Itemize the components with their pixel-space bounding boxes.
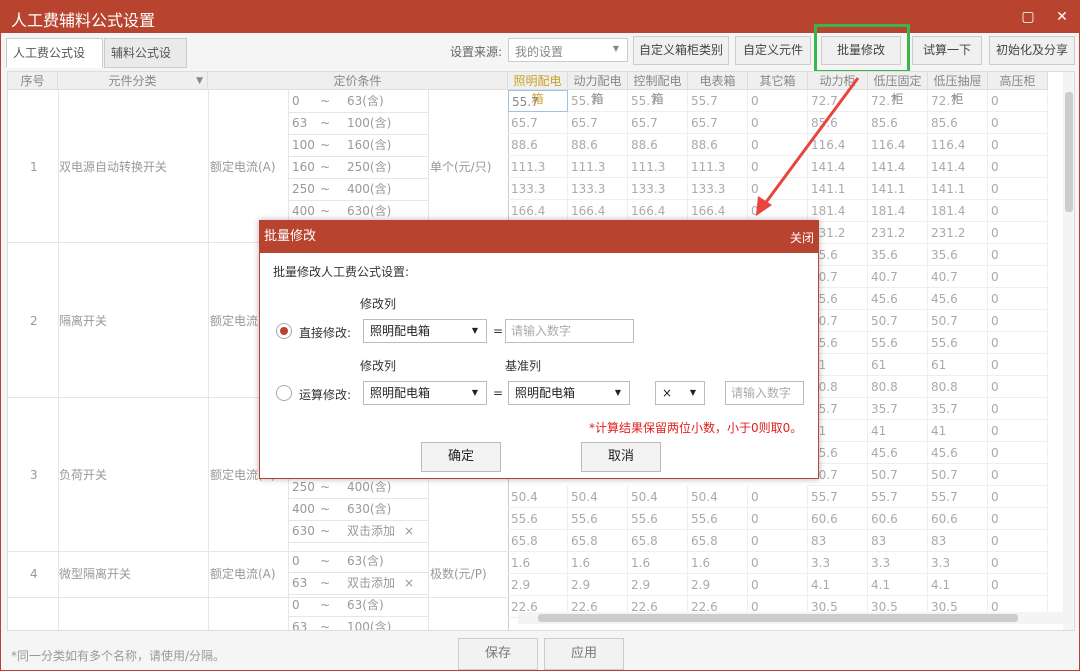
modify-col-label: 修改列 bbox=[360, 297, 397, 311]
direct-col-select[interactable]: 照明配电箱 ▼ bbox=[363, 319, 487, 343]
base-col-label: 基准列 bbox=[505, 359, 542, 373]
chevron-down-icon: ▼ bbox=[689, 388, 696, 397]
chevron-down-icon: ▼ bbox=[471, 326, 478, 335]
direct-edit-label: 直接修改: bbox=[299, 326, 352, 340]
calc-value-input[interactable] bbox=[725, 381, 804, 405]
calc-edit-radio[interactable] bbox=[276, 385, 292, 401]
chevron-down-icon: ▼ bbox=[614, 388, 621, 397]
direct-edit-radio[interactable] bbox=[276, 323, 292, 339]
calc-edit-label: 运算修改: bbox=[299, 388, 352, 402]
direct-value-input[interactable] bbox=[505, 319, 634, 343]
modify-col-label: 修改列 bbox=[360, 359, 397, 373]
dialog-close-button[interactable]: 关闭 bbox=[790, 229, 814, 246]
base-col-select[interactable]: 照明配电箱 ▼ bbox=[508, 381, 630, 405]
equals-sign: = bbox=[493, 324, 504, 338]
equals-sign: = bbox=[493, 386, 504, 400]
dialog-heading: 批量修改人工费公式设置: bbox=[273, 265, 410, 279]
batch-edit-dialog: 批量修改 关闭 批量修改人工费公式设置: 修改列 直接修改: 照明配电箱 ▼ = … bbox=[259, 220, 819, 479]
cancel-button[interactable]: 取消 bbox=[581, 442, 661, 472]
chevron-down-icon: ▼ bbox=[471, 388, 478, 397]
dialog-title: 批量修改 bbox=[260, 221, 818, 253]
calc-col-select[interactable]: 照明配电箱 ▼ bbox=[363, 381, 487, 405]
confirm-button[interactable]: 确定 bbox=[421, 442, 501, 472]
operator-select[interactable]: × ▼ bbox=[655, 381, 705, 405]
dialog-hint: *计算结果保留两位小数，小于0则取0。 bbox=[589, 421, 803, 435]
